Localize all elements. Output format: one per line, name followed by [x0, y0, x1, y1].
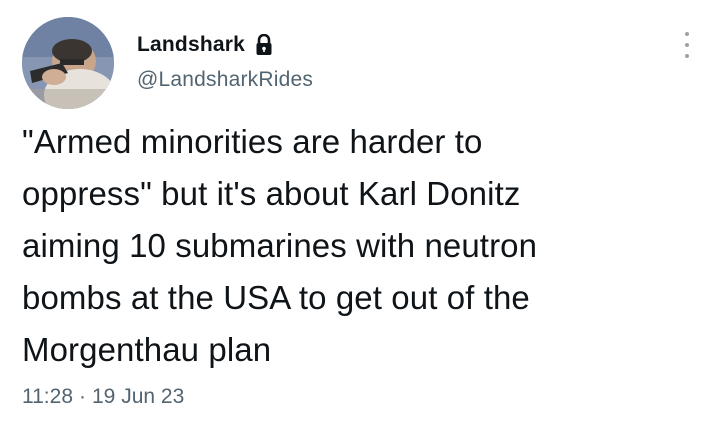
name-row: Landshark: [137, 30, 313, 60]
tweet-text: "Armed minorities are harder to oppress"…: [22, 123, 538, 368]
avatar-photo: [22, 17, 114, 109]
lock-icon: [255, 34, 273, 56]
tweet-header: Landshark @LandsharkRides: [137, 30, 313, 100]
tweet-card: Landshark @LandsharkRides "Armed minorit…: [0, 0, 720, 430]
more-vertical-icon[interactable]: [682, 32, 692, 58]
tweet-date[interactable]: 19 Jun 23: [92, 385, 184, 409]
more-dot: [685, 43, 689, 47]
meta-separator: ·: [79, 385, 86, 408]
tweet-meta: 11:28 · 19 Jun 23: [22, 385, 184, 409]
tweet-time[interactable]: 11:28: [22, 385, 73, 409]
avatar[interactable]: [22, 17, 114, 109]
display-name[interactable]: Landshark: [137, 33, 245, 57]
user-handle[interactable]: @LandsharkRides: [137, 68, 313, 92]
more-dot: [685, 32, 689, 36]
more-dot: [685, 54, 689, 58]
